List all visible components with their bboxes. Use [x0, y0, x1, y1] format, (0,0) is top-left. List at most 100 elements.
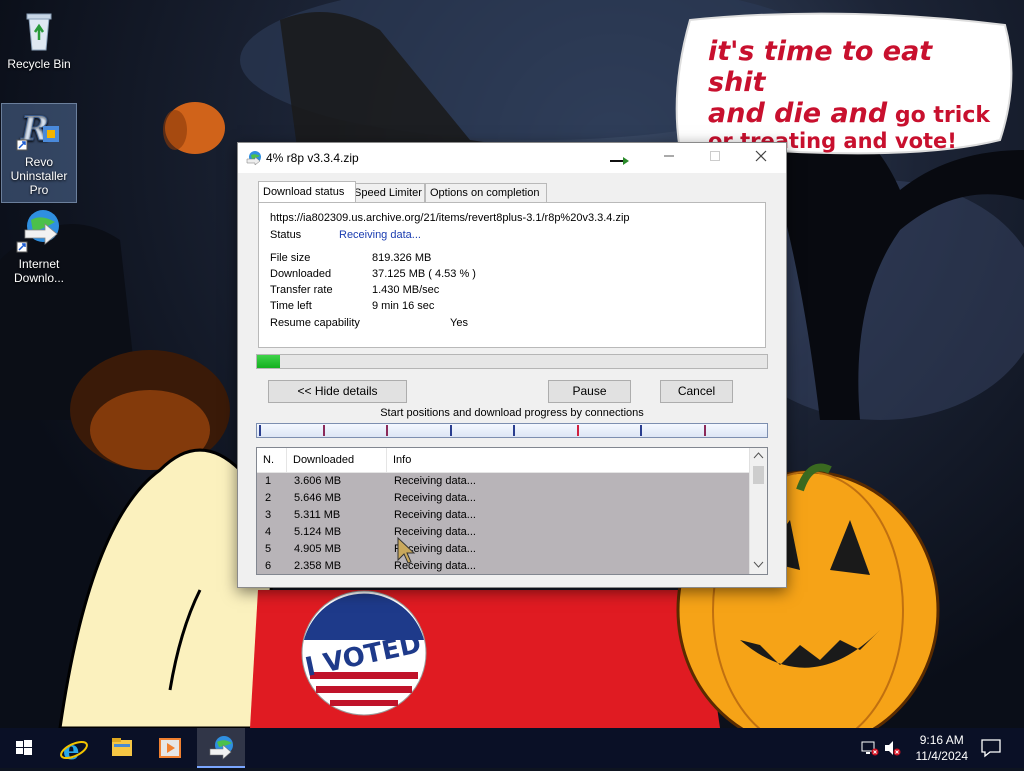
- table-row[interactable]: 6 2.358 MB Receiving data...: [257, 558, 749, 574]
- column-header-number[interactable]: N.: [257, 448, 287, 472]
- pause-button[interactable]: Pause: [548, 380, 631, 403]
- taskbar-file-explorer[interactable]: [98, 728, 146, 768]
- cursor-arrow-icon: [610, 156, 630, 169]
- table-vertical-scrollbar[interactable]: [749, 448, 767, 574]
- minimize-icon: [664, 155, 674, 157]
- download-url: https://ia802309.us.archive.org/21/items…: [270, 212, 630, 224]
- transfer-rate-value: 1.430 MB/sec: [372, 284, 440, 296]
- downloaded-label: Downloaded: [270, 268, 332, 280]
- download-progress-window: 4% r8p v3.3.4.zip Download status Speed …: [237, 142, 787, 588]
- connections-table[interactable]: N. Downloaded Info 1 3.606 MB Receiving da…: [256, 447, 768, 575]
- svg-text:e: e: [63, 736, 80, 766]
- internet-download-manager-icon: [15, 206, 63, 254]
- table-row[interactable]: 2 5.646 MB Receiving data...: [257, 490, 749, 507]
- connection-number: 4: [265, 526, 272, 538]
- connection-number: 6: [265, 560, 272, 572]
- tab-options-on-completion[interactable]: Options on completion: [425, 183, 547, 202]
- maximize-icon: [710, 151, 720, 161]
- file-size-value: 819.326 MB: [372, 252, 432, 264]
- speech-bubble-text: it's time to eat shit and die and go tri…: [708, 36, 998, 153]
- bubble-line-2b: go trick: [887, 103, 990, 129]
- tab-download-status[interactable]: Download status: [258, 181, 356, 202]
- maximize-button[interactable]: [692, 143, 738, 173]
- column-header-info[interactable]: Info: [387, 448, 739, 472]
- connection-downloaded: 5.124 MB: [294, 526, 342, 538]
- mouse-cursor-icon: [396, 536, 416, 569]
- internet-explorer-icon: e: [60, 736, 88, 766]
- resume-capability-label: Resume capability: [270, 317, 360, 329]
- desktop-icon-recycle-bin[interactable]: Recycle Bin: [2, 6, 76, 71]
- taskbar-media-player[interactable]: [146, 728, 194, 768]
- time-left-value: 9 min 16 sec: [372, 300, 435, 312]
- file-explorer-icon: [112, 738, 132, 756]
- minimize-button[interactable]: [646, 143, 692, 173]
- action-center-button[interactable]: [980, 738, 1002, 761]
- column-header-downloaded[interactable]: Downloaded: [287, 448, 387, 472]
- connection-number: 3: [265, 509, 272, 521]
- windows-logo-icon: [16, 740, 32, 755]
- label-line: Downlo...: [13, 271, 65, 285]
- transfer-rate-label: Transfer rate: [270, 284, 333, 296]
- resume-capability-value: Yes: [450, 317, 468, 329]
- connection-info: Receiving data...: [394, 492, 476, 504]
- status-label: Status: [270, 229, 302, 241]
- table-row[interactable]: 5 4.905 MB Receiving data...: [257, 541, 749, 558]
- overall-progress-fill: [257, 355, 280, 368]
- overall-progress-bar: [256, 354, 768, 369]
- recycle-bin-icon: [15, 6, 63, 54]
- label-line: Revo: [24, 155, 53, 169]
- close-button[interactable]: [738, 143, 784, 173]
- connection-marker: [704, 425, 706, 436]
- notifications-icon: [981, 739, 1001, 758]
- idm-app-icon: [246, 150, 262, 169]
- connection-info: Receiving data...: [394, 475, 476, 487]
- window-title: 4% r8p v3.3.4.zip: [266, 151, 359, 165]
- status-value: Receiving data...: [339, 229, 421, 241]
- cancel-button[interactable]: Cancel: [660, 380, 733, 403]
- connection-marker: [577, 425, 579, 436]
- connection-marker: [259, 425, 261, 436]
- start-button[interactable]: [0, 728, 48, 768]
- network-icon[interactable]: [861, 740, 879, 759]
- window-titlebar[interactable]: 4% r8p v3.3.4.zip: [238, 143, 786, 173]
- connection-marker: [640, 425, 642, 436]
- bubble-line-1: it's time to eat shit: [708, 36, 933, 99]
- close-icon: [755, 150, 767, 162]
- table-row[interactable]: 4 5.124 MB Receiving data...: [257, 524, 749, 541]
- table-row[interactable]: 3 5.311 MB Receiving data...: [257, 507, 749, 524]
- revo-uninstaller-icon: R: [15, 104, 63, 152]
- connection-downloaded: 4.905 MB: [294, 543, 342, 555]
- desktop-icon-internet-download-manager[interactable]: Internet Downlo...: [2, 206, 76, 285]
- table-body: 1 3.606 MB Receiving data... 2 5.646 MB Recei…: [257, 473, 749, 574]
- taskbar-internet-explorer[interactable]: e: [50, 728, 98, 768]
- recycle-bin-label: Recycle Bin: [7, 57, 71, 71]
- idm-label: Internet Downlo...: [2, 257, 76, 285]
- volume-muted-icon[interactable]: [884, 740, 902, 759]
- desktop-icon-revo-uninstaller[interactable]: R Revo Uninstaller Pro: [1, 103, 77, 203]
- media-player-icon: [159, 738, 181, 758]
- hide-details-button[interactable]: << Hide details: [268, 380, 407, 403]
- file-size-label: File size: [270, 252, 311, 264]
- taskbar-clock[interactable]: 9:16 AM 11/4/2024: [916, 732, 969, 764]
- connection-downloaded: 3.606 MB: [294, 475, 342, 487]
- tab-speed-limiter[interactable]: Speed Limiter: [349, 183, 425, 202]
- internet-download-manager-icon: [209, 736, 233, 760]
- downloaded-value: 37.125 MB ( 4.53 % ): [372, 268, 476, 280]
- connections-progress-bar: [256, 423, 768, 438]
- time-left-label: Time left: [270, 300, 312, 312]
- connection-marker: [513, 425, 515, 436]
- connection-marker: [450, 425, 452, 436]
- label-line: Uninstaller: [10, 169, 68, 183]
- scrollbar-arrows: [753, 452, 764, 568]
- connections-caption: Start positions and download progress by…: [380, 407, 644, 419]
- table-row[interactable]: 1 3.606 MB Receiving data...: [257, 473, 749, 490]
- clock-date: 11/4/2024: [915, 749, 969, 763]
- clock-time: 9:16 AM: [919, 733, 964, 747]
- connection-number: 5: [265, 543, 272, 555]
- label-line: Pro: [29, 183, 49, 197]
- taskbar-internet-download-manager[interactable]: [197, 728, 245, 768]
- connection-downloaded: 5.646 MB: [294, 492, 342, 504]
- taskbar: e 9:16 AM 11/4/2024: [0, 728, 1024, 768]
- connection-marker: [323, 425, 325, 436]
- connection-downloaded: 2.358 MB: [294, 560, 342, 572]
